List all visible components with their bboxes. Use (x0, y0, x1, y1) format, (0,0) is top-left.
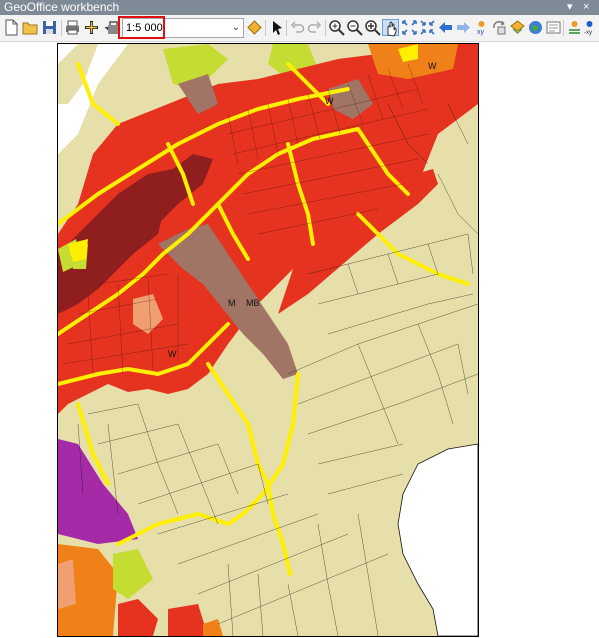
zoom-out-icon[interactable] (346, 19, 363, 36)
pan-hand-icon[interactable] (382, 19, 399, 37)
scale-input[interactable]: 1:5 000 ⌄ (122, 18, 244, 38)
new-document-icon[interactable] (3, 19, 20, 36)
map-drawing: W W W M MB (58, 44, 478, 636)
scale-set-icon[interactable] (246, 19, 263, 36)
full-extent-icon[interactable] (401, 19, 418, 36)
catalog-icon[interactable] (105, 19, 122, 36)
toolbar: 1:5 000 ⌄ xy -xy (0, 15, 599, 42)
zone-label-m: M (228, 298, 236, 308)
svg-text:xy: xy (477, 29, 485, 36)
zoom-rectangle-icon[interactable] (364, 19, 381, 36)
map-canvas[interactable]: W W W M MB (57, 43, 479, 637)
zone-label-mb: MB (246, 298, 260, 308)
select-arrow-icon[interactable] (268, 19, 285, 36)
scale-value: 1:5 000 (126, 22, 163, 34)
scale-dropdown-icon[interactable]: ⌄ (232, 19, 240, 37)
window-pin-icon[interactable]: ▾ (567, 0, 573, 15)
xy-coordinate-icon[interactable]: xy (473, 19, 490, 36)
layer-icon[interactable] (509, 19, 526, 36)
undo-icon[interactable] (289, 19, 306, 36)
commercial-zone (58, 559, 76, 609)
open-folder-icon[interactable] (22, 19, 39, 36)
back-extent-icon[interactable] (437, 19, 454, 36)
forward-extent-icon[interactable] (455, 19, 472, 36)
redo-icon[interactable] (306, 19, 323, 36)
zone-label-w: W (325, 96, 334, 106)
measure-icon[interactable] (545, 19, 562, 36)
print-icon[interactable] (64, 19, 81, 36)
window-title-bar: GeoOffice workbench ▾ × (0, 0, 599, 15)
zone-label-w: W (428, 61, 437, 71)
zoom-in-icon[interactable] (328, 19, 345, 36)
globe-icon[interactable] (527, 19, 544, 36)
add-data-icon[interactable] (83, 19, 100, 36)
window-title: GeoOffice workbench (4, 0, 120, 14)
window-close-icon[interactable]: × (583, 0, 589, 15)
zone-label-w: W (168, 349, 177, 359)
svg-text:-xy: -xy (584, 30, 592, 36)
goto-xy-icon[interactable]: -xy (581, 19, 598, 36)
fixed-zoom-icon[interactable] (419, 19, 436, 36)
save-icon[interactable] (41, 19, 58, 36)
rotate-icon[interactable] (491, 19, 508, 36)
